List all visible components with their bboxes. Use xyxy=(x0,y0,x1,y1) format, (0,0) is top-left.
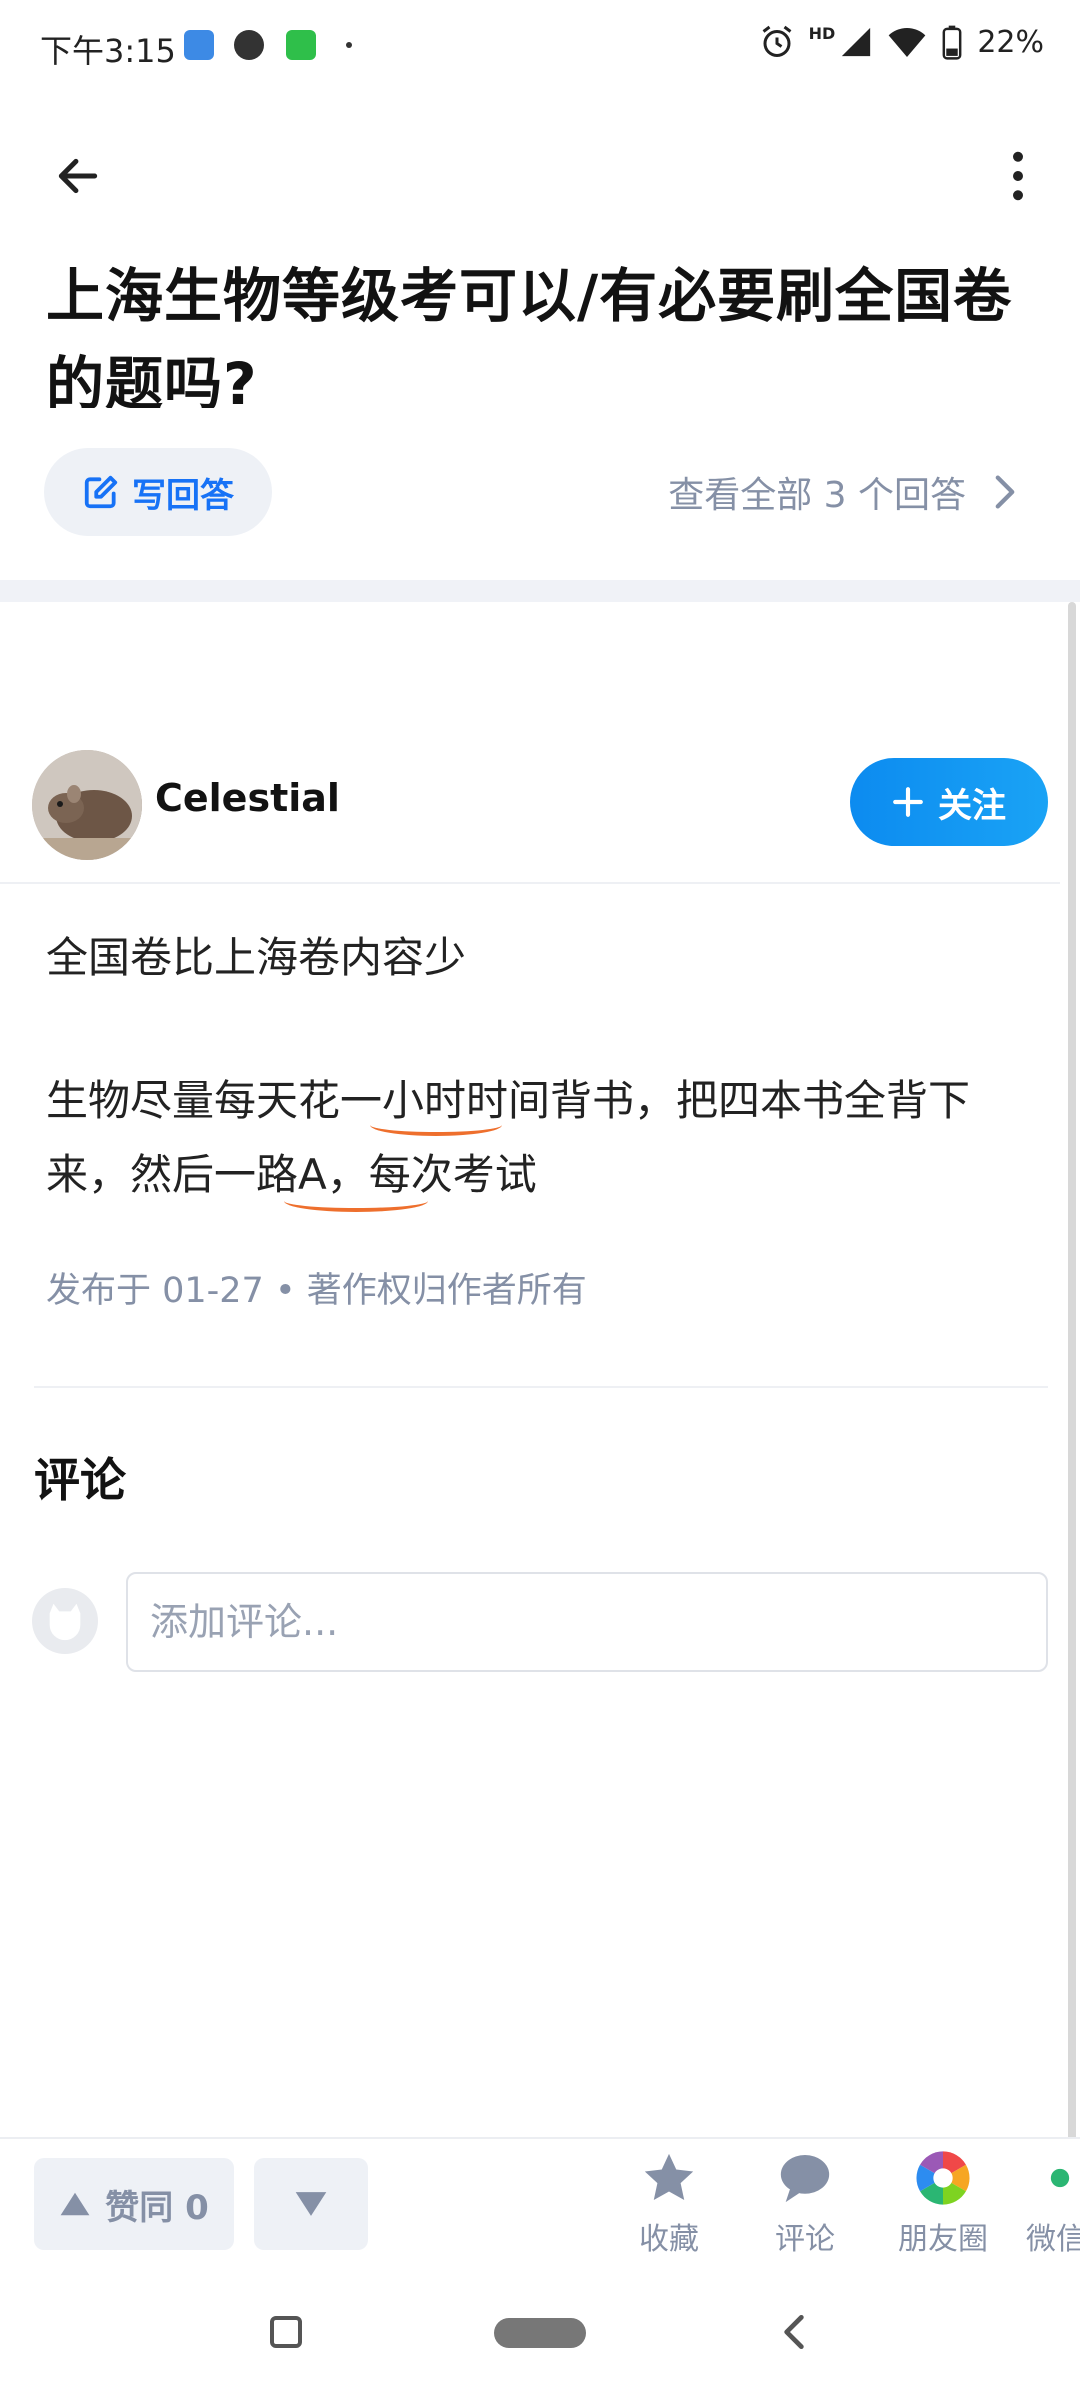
plus-icon xyxy=(893,787,923,817)
write-answer-button[interactable]: 写回答 xyxy=(44,448,272,536)
section-divider xyxy=(0,580,1080,602)
signal-icon xyxy=(842,27,871,57)
favorite-label: 收藏 xyxy=(639,2222,699,2257)
dot-icon xyxy=(346,42,352,48)
battery-icon xyxy=(942,25,962,60)
downvote-button[interactable] xyxy=(254,2158,368,2250)
more-button[interactable] xyxy=(990,138,1046,214)
triangle-up-icon xyxy=(60,2192,90,2216)
author-name[interactable]: Celestial xyxy=(155,776,340,820)
back-button[interactable] xyxy=(40,138,116,214)
question-title[interactable]: 上海生物等级考可以/有必要刷全国卷的题吗? xyxy=(46,252,1036,408)
moments-label: 朋友圈 xyxy=(898,2222,988,2257)
upvote-button[interactable]: 赞同 0 xyxy=(34,2158,234,2250)
write-answer-label: 写回答 xyxy=(132,475,234,516)
share-moments-button[interactable]: 朋友圈 xyxy=(888,2148,998,2258)
wifi-icon xyxy=(888,28,926,57)
nav-back-button[interactable] xyxy=(774,2310,814,2354)
publish-info: 发布于 01-27 • 著作权归作者所有 xyxy=(46,1271,587,1311)
app-notification-icon xyxy=(184,30,214,60)
view-all-label: 查看全部 3 个回答 xyxy=(668,475,966,516)
arrow-left-icon xyxy=(58,158,98,194)
chevron-right-icon xyxy=(995,475,1015,509)
more-vertical-icon xyxy=(1013,151,1023,201)
star-icon xyxy=(639,2148,699,2208)
handwritten-underline xyxy=(284,1190,428,1212)
status-icons: HD 22% xyxy=(759,24,1044,60)
status-bar: 下午3:15 HD 22% xyxy=(0,0,1080,90)
answer-paragraph: 全国卷比上海卷内容少 xyxy=(46,933,467,982)
comment-input[interactable] xyxy=(126,1572,1048,1672)
scrollbar[interactable] xyxy=(1068,602,1076,2212)
answer-paragraph: 生物尽量每天花一小时时间背书，把四本书全背下来，然后一路A，每次考试 xyxy=(46,1076,971,1199)
upvote-label: 赞同 0 xyxy=(105,2187,209,2228)
triangle-down-icon xyxy=(295,2192,327,2216)
follow-label: 关注 xyxy=(938,785,1006,826)
alarm-icon xyxy=(762,25,792,57)
divider xyxy=(34,1386,1048,1388)
comment-button[interactable]: 评论 xyxy=(750,2148,860,2258)
edit-icon xyxy=(84,475,118,509)
status-time: 下午3:15 xyxy=(40,32,176,70)
app-notification-icon xyxy=(234,30,264,60)
user-avatar xyxy=(32,1588,98,1654)
app-notification-icon xyxy=(286,30,316,60)
author-avatar[interactable] xyxy=(32,750,142,860)
cat-avatar-icon xyxy=(49,1603,81,1641)
chevron-left-icon xyxy=(784,2314,804,2350)
moments-icon xyxy=(913,2148,973,2208)
comment-label: 评论 xyxy=(775,2222,835,2257)
wechat-label: 微信 xyxy=(1026,2222,1080,2257)
avatar-photo xyxy=(32,750,142,860)
share-wechat-button[interactable]: 微信 xyxy=(1010,2148,1080,2258)
comment-icon xyxy=(775,2148,835,2208)
favorite-button[interactable]: 收藏 xyxy=(614,2148,724,2258)
comments-title: 评论 xyxy=(34,1453,126,1507)
home-button[interactable] xyxy=(494,2318,586,2348)
recent-apps-button[interactable] xyxy=(270,2316,302,2348)
wechat-icon xyxy=(1010,2148,1070,2208)
handwritten-underline xyxy=(370,1114,502,1136)
network-type: HD xyxy=(808,24,836,43)
battery-level: 22% xyxy=(977,24,1044,60)
follow-button[interactable]: 关注 xyxy=(850,758,1048,846)
view-all-answers-link[interactable]: 查看全部 3 个回答 xyxy=(668,462,1016,522)
divider xyxy=(0,882,1060,884)
